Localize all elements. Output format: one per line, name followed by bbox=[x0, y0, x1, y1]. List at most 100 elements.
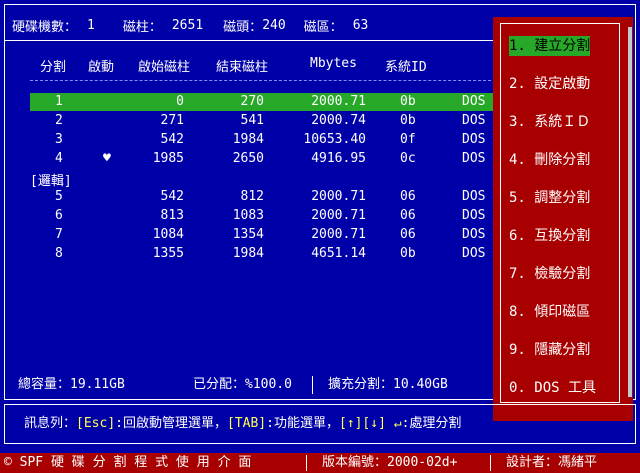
start-cylinder: 542 bbox=[160, 189, 184, 204]
system-id: 0c bbox=[400, 151, 416, 166]
system-id: 06 bbox=[400, 189, 416, 204]
system-id: 0b bbox=[400, 94, 416, 109]
start-cylinder: 542 bbox=[160, 132, 184, 147]
col-end-cyl: 結束磁柱 bbox=[216, 60, 269, 75]
disk-info-header: 硬碟機數： 1 磁柱： 2651 磁頭： 240 磁區： 63 bbox=[12, 11, 492, 39]
partition-number: 8 bbox=[55, 246, 63, 261]
partition-number: 6 bbox=[55, 208, 63, 223]
start-cylinder: 1985 bbox=[152, 151, 184, 166]
filesystem: DOS bbox=[462, 113, 486, 128]
col-mbytes: Mbytes bbox=[310, 56, 357, 71]
start-cylinder: 271 bbox=[160, 113, 184, 128]
end-cylinder: 541 bbox=[240, 113, 264, 128]
cylinders-label: 磁柱： bbox=[122, 19, 162, 35]
partition-number: 7 bbox=[55, 227, 63, 242]
program-name: © SPF 硬 碟 分 割 程 式 使 用 介 面 bbox=[4, 455, 252, 470]
partition-row[interactable]: 5 542 812 2000.71 06 DOS bbox=[30, 188, 496, 206]
sectors-label: 磁區： bbox=[303, 19, 343, 35]
menu-item-swap-partition[interactable]: 6. 互換分割 bbox=[509, 226, 590, 246]
partition-number: 1 bbox=[55, 94, 63, 109]
filesystem: DOS bbox=[462, 189, 486, 204]
partition-table-header: 分割 啟動 啟始磁柱 結束磁柱 Mbytes 系統ID bbox=[0, 56, 500, 75]
col-system-id: 系統ID bbox=[385, 60, 427, 75]
designer-info: 設計者：馮緒平 bbox=[506, 455, 598, 470]
partition-row[interactable]: 4 ♥ 1985 2650 4916.95 0c DOS bbox=[30, 150, 496, 168]
total-capacity: 總容量：19.11GB bbox=[18, 377, 125, 392]
menu-item-dos-tools[interactable]: 0. DOS 工具 bbox=[509, 378, 596, 398]
partition-number: 2 bbox=[55, 113, 63, 128]
partition-row[interactable]: 8 1355 1984 4651.14 0b DOS bbox=[30, 245, 496, 263]
end-cylinder: 1984 bbox=[232, 132, 264, 147]
size-mbytes: 4651.14 bbox=[311, 246, 366, 261]
status-separator bbox=[306, 455, 307, 471]
filesystem: DOS bbox=[462, 208, 486, 223]
menu-scrollbar[interactable] bbox=[628, 27, 632, 397]
end-cylinder: 2650 bbox=[232, 151, 264, 166]
filesystem: DOS bbox=[462, 227, 486, 242]
filesystem: DOS bbox=[462, 132, 486, 147]
size-mbytes: 2000.71 bbox=[311, 208, 366, 223]
header-divider bbox=[4, 40, 494, 41]
col-partition: 分割 bbox=[40, 60, 67, 75]
system-id: 06 bbox=[400, 227, 416, 242]
system-id: 0f bbox=[400, 132, 416, 147]
arrow-text: :處理分割 bbox=[401, 416, 462, 431]
menu-item-check-partition[interactable]: 7. 檢驗分割 bbox=[509, 264, 590, 284]
partition-number: 3 bbox=[55, 132, 63, 147]
boot-heart-icon: ♥ bbox=[103, 151, 111, 166]
extended-partition-size: 擴充分割：10.40GB bbox=[328, 377, 448, 392]
system-id: 06 bbox=[400, 208, 416, 223]
end-cylinder: 812 bbox=[240, 189, 264, 204]
status-bar: © SPF 硬 碟 分 割 程 式 使 用 介 面 版本編號：2000-02d+… bbox=[0, 453, 640, 473]
message-label: 訊息列： bbox=[24, 416, 77, 431]
menu-item-create-partition[interactable]: 1. 建立分割 bbox=[509, 36, 591, 56]
partition-row[interactable]: 7 1084 1354 2000.71 06 DOS bbox=[30, 226, 496, 244]
start-cylinder: 1084 bbox=[152, 227, 184, 242]
filesystem: DOS bbox=[462, 94, 486, 109]
status-separator bbox=[490, 455, 491, 471]
system-id: 0b bbox=[400, 246, 416, 261]
size-mbytes: 2000.71 bbox=[311, 94, 366, 109]
size-mbytes: 2000.74 bbox=[311, 113, 366, 128]
size-mbytes: 2000.71 bbox=[311, 227, 366, 242]
col-boot: 啟動 bbox=[88, 60, 115, 75]
partition-number: 5 bbox=[55, 189, 63, 204]
heads-value: 240 bbox=[262, 17, 286, 33]
size-mbytes: 10653.40 bbox=[303, 132, 366, 147]
menu-item-dump-sector[interactable]: 8. 傾印磁區 bbox=[509, 302, 590, 322]
end-cylinder: 1354 bbox=[232, 227, 264, 242]
start-cylinder: 813 bbox=[160, 208, 184, 223]
tab-key-hint: [TAB] bbox=[226, 416, 267, 431]
table-divider bbox=[30, 80, 496, 81]
partition-row[interactable]: 2 271 541 2000.74 0b DOS bbox=[30, 112, 496, 130]
start-cylinder: 0 bbox=[176, 94, 184, 109]
size-mbytes: 2000.71 bbox=[311, 189, 366, 204]
allocated-percent: 已分配：%100.0 bbox=[193, 377, 292, 392]
partition-row[interactable]: 3 542 1984 10653.40 0f DOS bbox=[30, 131, 496, 149]
menu-item-resize-partition[interactable]: 5. 調整分割 bbox=[509, 188, 590, 208]
start-cylinder: 1355 bbox=[152, 246, 184, 261]
heads-label: 磁頭： bbox=[223, 19, 263, 35]
disk-count-label: 硬碟機數： bbox=[12, 19, 78, 35]
menu-item-system-id[interactable]: 3. 系統ＩＤ bbox=[509, 112, 590, 132]
message-line: 訊息列：[Esc]:回啟動管理選單，[TAB]:功能選單，[↑][↓] ↵:處理… bbox=[24, 414, 461, 434]
menu-item-delete-partition[interactable]: 4. 刪除分割 bbox=[509, 150, 590, 170]
menu-item-hide-partition[interactable]: 9. 隱藏分割 bbox=[509, 340, 590, 360]
partition-row[interactable]: 6 813 1083 2000.71 06 DOS bbox=[30, 207, 496, 225]
filesystem: DOS bbox=[462, 151, 486, 166]
cylinders-value: 2651 bbox=[171, 17, 204, 33]
size-mbytes: 4916.95 bbox=[311, 151, 366, 166]
disk-count-value: 1 bbox=[87, 17, 95, 33]
col-start-cyl: 啟始磁柱 bbox=[138, 60, 191, 75]
partition-number: 4 bbox=[55, 151, 63, 166]
version-info: 版本編號：2000-02d+ bbox=[322, 455, 458, 470]
system-id: 0b bbox=[400, 113, 416, 128]
end-cylinder: 1083 bbox=[232, 208, 264, 223]
arrow-keys-hint: [↑][↓] ↵ bbox=[338, 416, 402, 431]
tab-text: :功能選單， bbox=[266, 416, 339, 431]
end-cylinder: 270 bbox=[240, 94, 264, 109]
esc-key-hint: [Esc] bbox=[76, 416, 116, 431]
sectors-value: 63 bbox=[352, 17, 369, 33]
partition-row[interactable]: 1 0 270 2000.71 0b DOS bbox=[30, 93, 496, 111]
menu-item-set-boot[interactable]: 2. 設定啟動 bbox=[509, 74, 590, 94]
